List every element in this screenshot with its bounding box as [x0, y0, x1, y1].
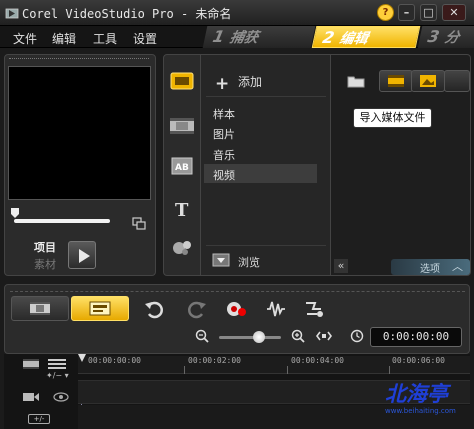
filter-icon[interactable]: AB [168, 155, 196, 177]
folder-video[interactable]: 视频 [213, 167, 235, 183]
fit-project-icon[interactable] [316, 329, 332, 343]
menu-file[interactable]: 文件 [13, 30, 37, 47]
panel-grip [9, 58, 149, 62]
graphic-icon[interactable] [168, 236, 196, 258]
ruler-tick [389, 366, 390, 374]
step-number: 1 [211, 27, 227, 46]
tab-label: 分 [443, 30, 461, 46]
show-photo-button[interactable] [411, 70, 445, 92]
minimize-button[interactable]: – [398, 4, 415, 21]
storyboard-view-button[interactable] [11, 296, 69, 321]
step-number: 2 [320, 28, 337, 47]
watermark-url: www.beihaiting.com [385, 407, 456, 415]
ruler-time: 00:00:00:00 [88, 356, 141, 365]
close-button[interactable]: ✕ [442, 4, 466, 21]
ruler-time: 00:00:04:00 [291, 356, 344, 365]
zoom-slider-handle[interactable] [253, 331, 265, 343]
play-button[interactable] [68, 241, 96, 269]
show-audio-button[interactable] [444, 70, 470, 92]
video-filter-icon [388, 75, 404, 87]
auto-music-icon[interactable] [303, 298, 325, 320]
clip-mode-label[interactable]: 素材 [34, 256, 56, 272]
track-visibility-icon[interactable] [52, 390, 70, 404]
tooltip: 导入媒体文件 [353, 108, 432, 128]
timeline-view-button[interactable] [71, 296, 129, 321]
ruler-tick [287, 366, 288, 374]
sound-mixer-icon[interactable] [265, 298, 287, 320]
add-folder-label[interactable]: 添加 [238, 73, 262, 90]
filmstrip-icon [30, 302, 50, 315]
ruler-time: 00:00:02:00 [188, 356, 241, 365]
list-icon[interactable] [46, 357, 68, 371]
zoom-in-icon[interactable] [291, 329, 305, 343]
ruler-tick [184, 366, 185, 374]
browse-icon[interactable] [212, 253, 230, 267]
folder-samples[interactable]: 样本 [213, 106, 235, 122]
clock-icon [350, 329, 364, 343]
zoom-slider-track[interactable] [219, 336, 281, 339]
menu-tools[interactable]: 工具 [93, 30, 117, 47]
window-title: Corel VideoStudio Pro - 未命名 [22, 7, 232, 21]
ruler-time: 00:00:06:00 [392, 356, 445, 365]
media-library-icon[interactable] [168, 70, 196, 92]
zoom-toggle-icon[interactable]: ✦/− ▾ [46, 371, 69, 380]
tab-capture[interactable]: 1 捕获 [202, 26, 316, 48]
folder-icon[interactable] [347, 74, 365, 88]
folder-music[interactable]: 音乐 [213, 147, 235, 163]
timeline-view-icon [89, 301, 111, 316]
scrubber-track[interactable] [14, 219, 110, 223]
zoom-out-icon[interactable] [195, 329, 209, 343]
record-capture-icon[interactable] [225, 298, 247, 320]
watermark: 北海亭 [385, 381, 448, 406]
tab-label: 捕获 [228, 30, 260, 46]
video-track-icon [23, 393, 39, 401]
tab-edit[interactable]: 2 编辑 [311, 26, 421, 48]
chevron-up-icon: ︿ [452, 260, 463, 273]
help-icon[interactable]: ? [377, 4, 394, 21]
track-manager-icon[interactable] [22, 357, 40, 371]
folder-images[interactable]: 图片 [213, 126, 235, 142]
browse-label[interactable]: 浏览 [238, 254, 260, 270]
add-icon[interactable]: + [215, 74, 229, 94]
preview-screen [8, 66, 151, 200]
title-icon[interactable]: T [168, 198, 196, 220]
menu-edit[interactable]: 编辑 [52, 30, 76, 47]
app-logo-icon [5, 8, 19, 19]
divider [206, 96, 326, 97]
menu-settings[interactable]: 设置 [133, 30, 157, 47]
expand-preview-icon[interactable] [132, 217, 146, 230]
add-track-button[interactable]: +/- [28, 414, 50, 424]
options-label: 选项 [420, 264, 440, 275]
tab-label: 编辑 [338, 31, 370, 47]
svg-text:AB: AB [175, 163, 189, 173]
transition-icon[interactable] [168, 115, 196, 137]
step-number: 3 [426, 27, 442, 46]
collapse-panel-icon[interactable]: « [334, 259, 348, 273]
project-mode-label[interactable]: 项目 [34, 239, 56, 255]
tab-share[interactable]: 3分 [417, 26, 474, 48]
svg-text:T: T [175, 200, 189, 220]
redo-icon[interactable] [186, 298, 208, 320]
timecode-display[interactable]: 0:00:00:00 [370, 327, 462, 347]
panel-grip [10, 291, 465, 292]
photo-filter-icon [420, 75, 436, 87]
undo-icon[interactable] [143, 298, 165, 320]
show-video-button[interactable] [379, 70, 413, 92]
maximize-button[interactable]: □ [420, 4, 437, 21]
divider [206, 245, 326, 246]
play-icon [79, 249, 90, 263]
